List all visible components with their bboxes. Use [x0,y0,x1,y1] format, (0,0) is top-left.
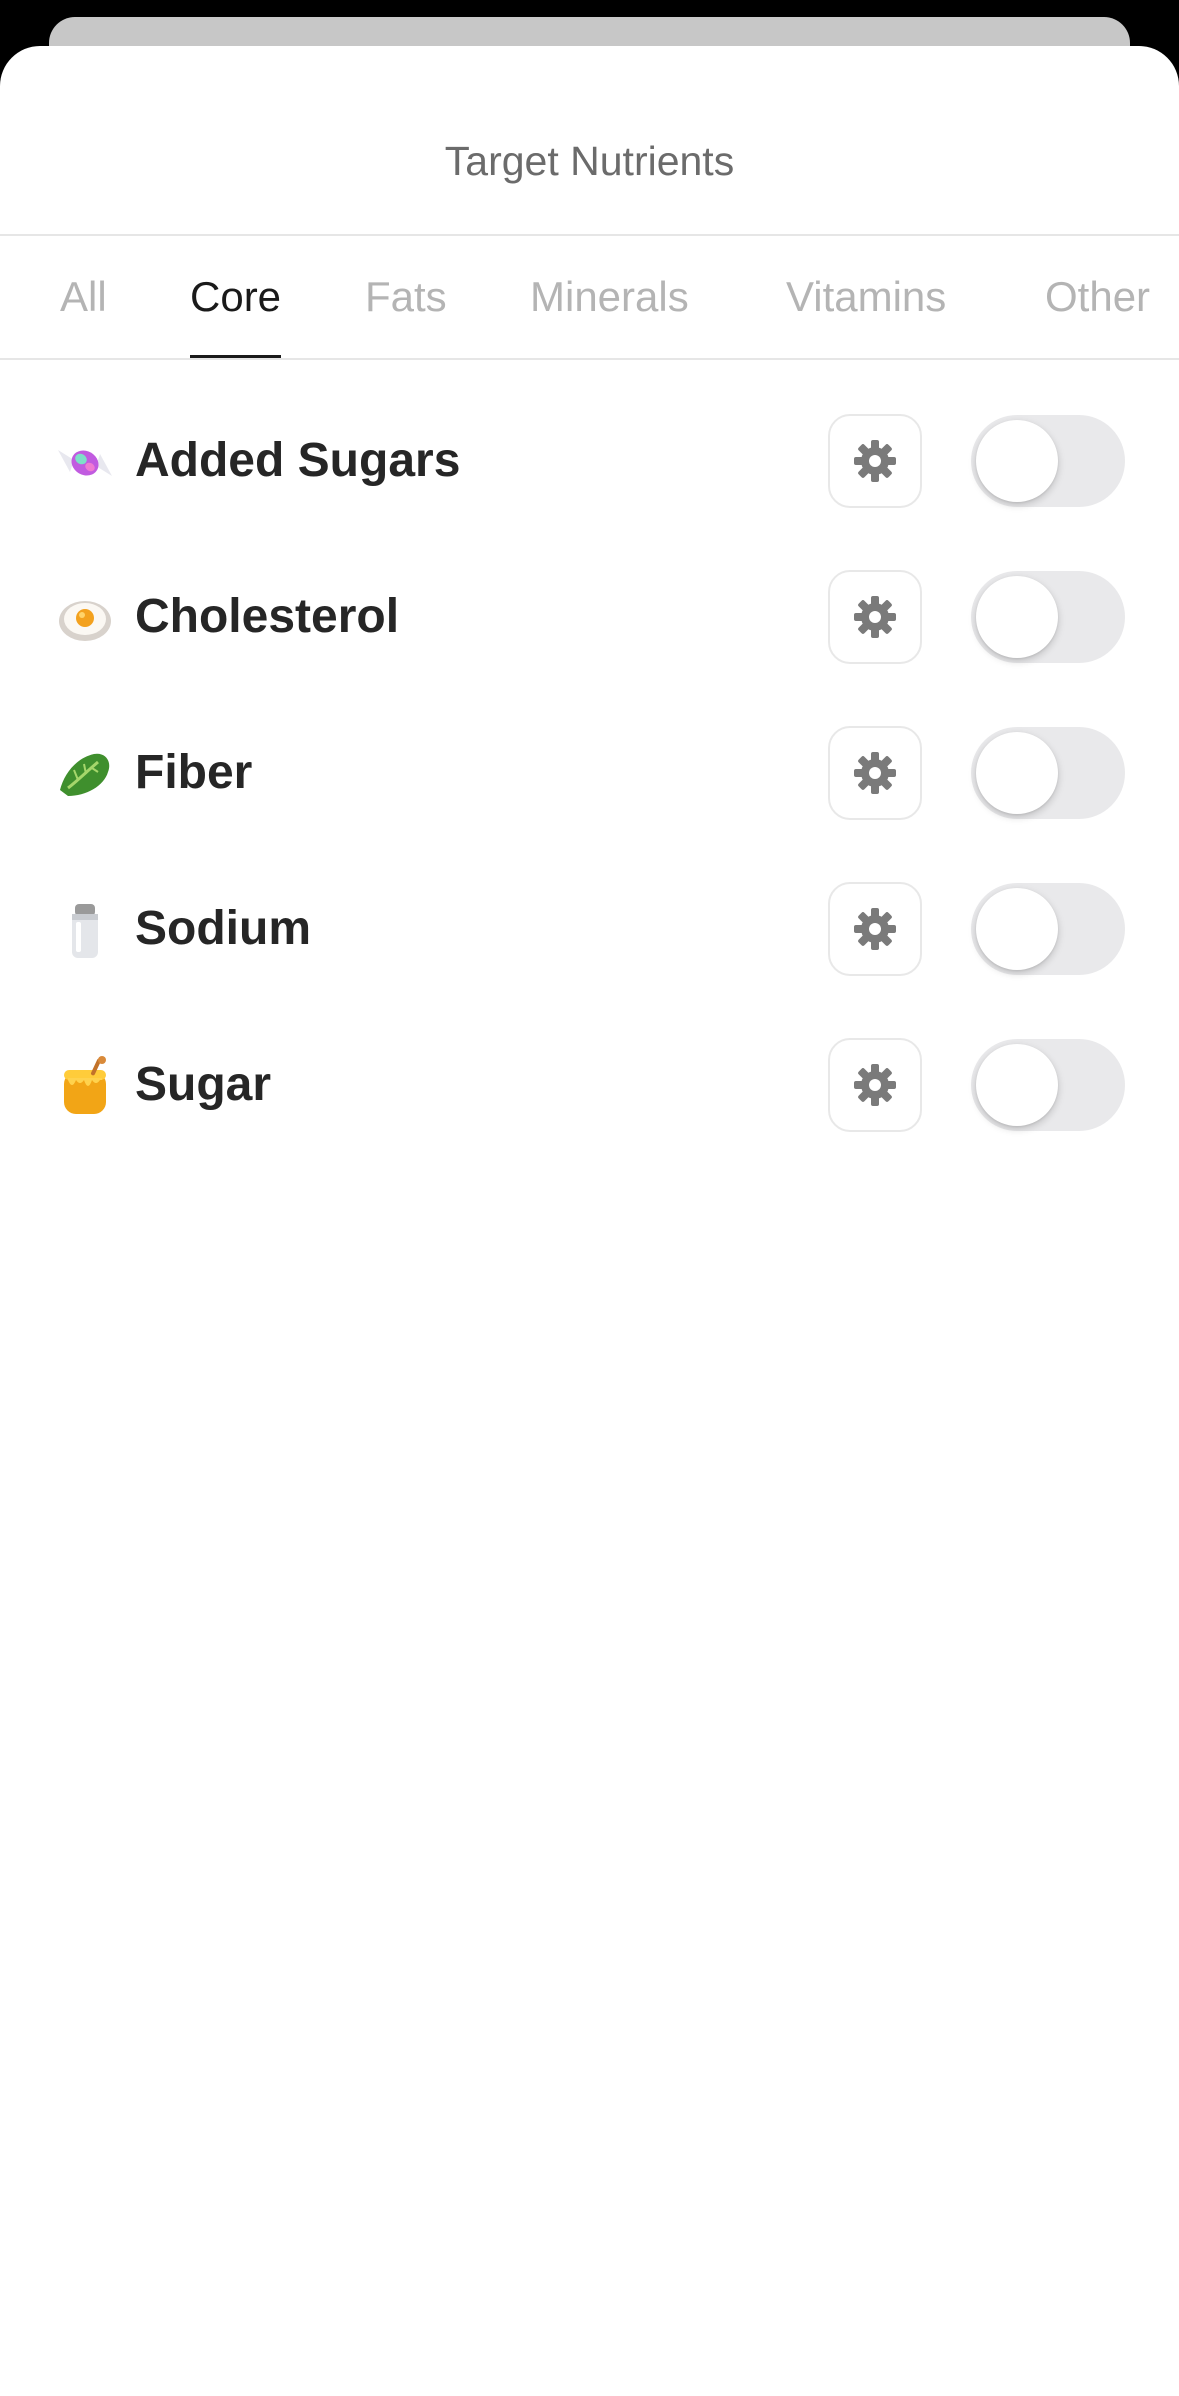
gear-icon [854,440,896,482]
tab-all[interactable]: All [60,236,107,358]
fried-egg-icon [59,601,111,641]
gear-icon [854,1064,896,1106]
target-nutrients-sheet: Target Nutrients All Core Fats Minerals … [0,46,1179,2396]
tab-vitamins[interactable]: Vitamins [786,236,946,358]
nutrient-row-sugar: Sugar [0,1030,1179,1140]
enable-toggle[interactable] [971,727,1125,819]
tab-fats[interactable]: Fats [365,236,447,358]
settings-button[interactable] [828,1038,922,1132]
nutrient-row-added-sugars: Added Sugars [0,406,1179,516]
toggle-knob [976,888,1058,970]
sheet-header: Target Nutrients [0,46,1179,236]
nutrient-label: Fiber [135,746,253,799]
category-tabs: All Core Fats Minerals Vitamins Other [0,236,1179,360]
toggle-knob [976,732,1058,814]
settings-button[interactable] [828,882,922,976]
toggle-knob [976,1044,1058,1126]
leafy-green-icon [60,753,110,796]
nutrient-label: Sugar [135,1058,272,1111]
nutrient-row-sodium: Sodium [0,874,1179,984]
nutrient-label: Cholesterol [135,590,400,643]
candy-icon [58,450,112,476]
tab-other[interactable]: Other [1045,236,1150,358]
tab-core[interactable]: Core [190,236,282,358]
settings-button[interactable] [828,726,922,820]
enable-toggle[interactable] [971,1039,1125,1131]
honey-pot-icon [64,1056,106,1114]
enable-toggle[interactable] [971,571,1125,663]
gear-icon [854,596,896,638]
nutrient-row-fiber: Fiber [0,718,1179,828]
salt-shaker-icon [72,904,98,958]
nutrient-label: Sodium [135,902,311,955]
toggle-knob [976,420,1058,502]
settings-button[interactable] [828,570,922,664]
toggle-knob [976,576,1058,658]
enable-toggle[interactable] [971,883,1125,975]
nutrient-label: Added Sugars [135,434,461,487]
tab-minerals[interactable]: Minerals [530,236,689,358]
nutrient-row-cholesterol: Cholesterol [0,562,1179,672]
gear-icon [854,908,896,950]
enable-toggle[interactable] [971,415,1125,507]
gear-icon [854,752,896,794]
settings-button[interactable] [828,414,922,508]
sheet-title: Target Nutrients [444,138,735,184]
